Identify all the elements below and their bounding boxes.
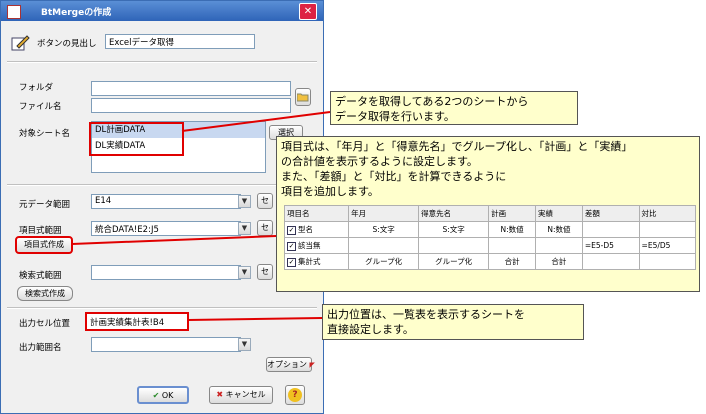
grid-header-cell: 得意先名 [418,205,490,222]
grid-header-cell: 実績 [535,205,583,222]
grid-header-cell: 差額 [581,205,640,222]
grid-cell [638,253,697,270]
callout-text: 出力位置は、一覧表を表示するシートを [327,308,525,321]
callout-text: また、「差額」と「対比」を計算できるように [281,170,507,183]
grid-row-header: ✓ 集計式 [283,253,350,270]
callout-text: 項目を追加します。 [281,185,379,198]
grid-row: ✓ 該当無 =E5-D5 =E5/D5 [283,237,697,254]
grid-cell [418,237,490,254]
grid-cell [638,221,697,238]
grid-header-cell: 年月 [348,205,420,222]
grid-cell: =E5/D5 [638,237,697,254]
grid-cell: グループ化 [418,253,490,270]
checkbox-icon[interactable]: ✓ [287,258,296,267]
grid-cell: S:文字 [348,221,420,238]
grid-cell [488,237,536,254]
grid-cell: 該当無 [298,241,321,250]
grid-cell [581,221,640,238]
callout-sheets: データを取得してある2つのシートから データ取得を行います。 [330,91,578,125]
grid-row-header: ✓ 該当無 [283,237,350,254]
callout-text: の合計値を表示するように設定します。 [281,155,478,168]
callout-text: 直接設定します。 [327,323,414,336]
connector-line [187,317,323,321]
grid-header-cell: 項目名 [283,205,350,222]
callout-text: データ取得を行います。 [335,110,455,123]
checkbox-icon[interactable]: ✓ [287,242,296,251]
grid-header-cell: 計画 [488,205,536,222]
grid-cell: 集計式 [298,257,321,266]
grid-cell: 合計 [535,253,583,270]
grid-cell: 型名 [298,225,313,234]
checkbox-icon[interactable]: ✓ [287,226,296,235]
grid-cell [581,253,640,270]
grid-cell [348,237,420,254]
grid-cell: N:数値 [535,221,583,238]
connector-line [71,235,277,245]
grid-cell: S:文字 [418,221,490,238]
grid-row-header: ✓ 型名 [283,221,350,238]
grid-cell: 合計 [488,253,536,270]
connector-line [181,111,331,132]
grid-cell: =E5-D5 [581,237,640,254]
callout-text: データを取得してある2つのシートから [335,95,529,108]
item-formula-grid: 項目名 年月 得意先名 計画 実績 差額 対比 ✓ 型名 S:文字 S:文字 N:… [283,205,697,270]
grid-cell: N:数値 [488,221,536,238]
grid-cell [535,237,583,254]
callout-output: 出力位置は、一覧表を表示するシートを 直接設定します。 [322,304,584,340]
grid-header-row: 項目名 年月 得意先名 計画 実績 差額 対比 [283,205,697,222]
callout-item-formula: 項目式は、「年月」と「得意先名」でグループ化し、「計画」と「実績」 の合計値を表… [276,136,700,292]
callout-text: 項目式は、「年月」と「得意先名」でグループ化し、「計画」と「実績」 [281,140,633,153]
grid-row: ✓ 型名 S:文字 S:文字 N:数値 N:数値 [283,221,697,238]
grid-cell: グループ化 [348,253,420,270]
grid-row: ✓ 集計式 グループ化 グループ化 合計 合計 [283,253,697,270]
grid-header-cell: 対比 [638,205,697,222]
